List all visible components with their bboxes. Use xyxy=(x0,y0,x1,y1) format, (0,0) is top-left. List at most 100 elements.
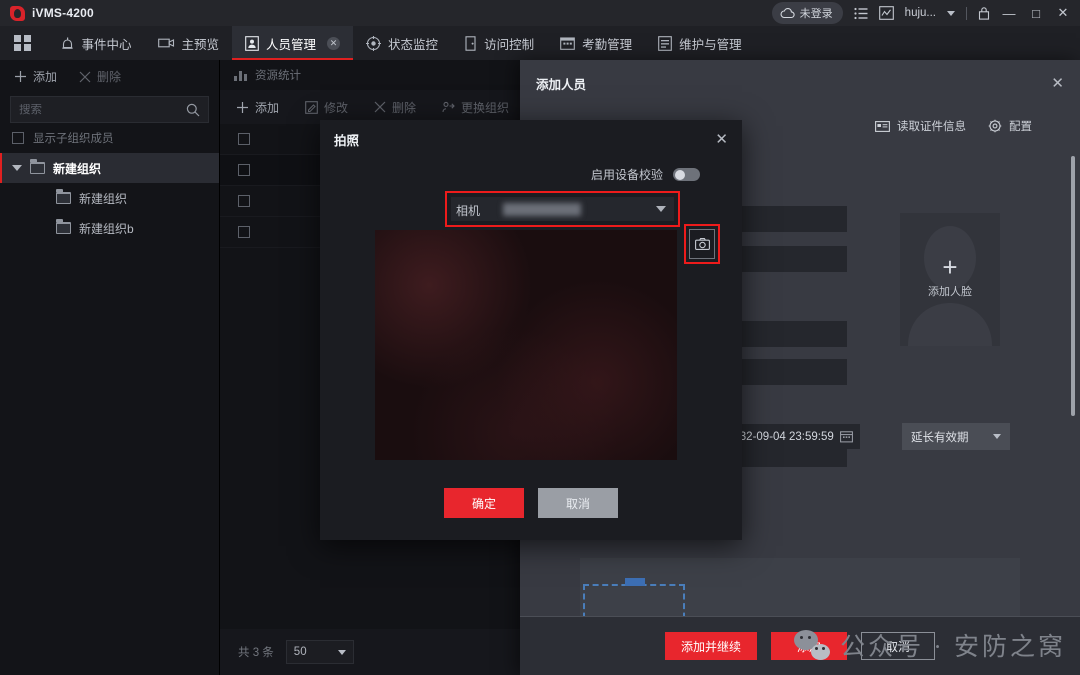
dialog-cancel-button[interactable]: 取消 xyxy=(538,488,618,518)
nav-tab-label: 事件中心 xyxy=(81,37,132,52)
person-delete-button[interactable]: 删除 xyxy=(374,99,416,116)
confirm-button[interactable]: 确定 xyxy=(444,488,524,518)
person-silhouette-icon xyxy=(908,226,992,346)
page-size-select[interactable]: 50 xyxy=(285,640,354,664)
row-checkbox[interactable] xyxy=(238,164,250,176)
show-sub-org-members-checkbox[interactable]: 显示子组织成员 xyxy=(0,123,219,153)
tree-item-label: 新建组织 xyxy=(53,161,102,176)
show-sub-org-label: 显示子组织成员 xyxy=(33,133,114,145)
nav-tab-label: 状态监控 xyxy=(388,37,439,52)
snapshot-button[interactable] xyxy=(689,229,715,259)
sidebar-delete-button[interactable]: 删除 xyxy=(79,68,121,85)
sidebar-search-box[interactable] xyxy=(10,96,209,123)
person-card-icon xyxy=(245,35,259,51)
tree-item-label: 新建组织 xyxy=(79,191,128,206)
config-button[interactable]: 配置 xyxy=(988,118,1032,134)
titlebar-right-controls: 未登录 huju... — □ ✕ xyxy=(771,2,1080,24)
folder-icon xyxy=(30,159,45,174)
lock-icon[interactable] xyxy=(978,6,990,20)
device-check-row: 启用设备校验 xyxy=(320,166,742,183)
nav-tab-person-management[interactable]: 人员管理 ✕ xyxy=(232,26,354,60)
app-title: iVMS-4200 xyxy=(32,6,94,20)
row-checkbox[interactable] xyxy=(238,133,250,145)
nav-tab-main-preview[interactable]: 主预览 xyxy=(145,26,233,60)
x-icon xyxy=(79,71,91,83)
config-label: 配置 xyxy=(1009,121,1032,133)
door-icon xyxy=(464,35,477,51)
nav-tab-label: 人员管理 xyxy=(266,37,317,52)
search-input[interactable] xyxy=(19,103,186,116)
chevron-down-icon[interactable] xyxy=(947,10,955,16)
person-edit-button[interactable]: 修改 xyxy=(305,99,348,116)
add-and-continue-button[interactable]: 添加并继续 xyxy=(664,632,757,660)
alarm-icon xyxy=(60,36,75,51)
nav-tab-label: 主预览 xyxy=(181,37,220,52)
person-delete-label: 删除 xyxy=(392,100,417,115)
folder-icon xyxy=(56,189,71,204)
read-id-info-button[interactable]: 读取证件信息 xyxy=(875,118,966,134)
upload-drop-zone-tab xyxy=(625,578,645,586)
photo-dialog-close-icon[interactable]: ✕ xyxy=(715,130,728,148)
panel-scrollbar[interactable] xyxy=(1071,156,1075,416)
chevron-down-icon[interactable] xyxy=(12,165,22,171)
page-size-value: 50 xyxy=(293,646,307,658)
cloud-status-label: 未登录 xyxy=(799,8,833,20)
device-check-label: 启用设备校验 xyxy=(590,168,663,182)
add-person-title: 添加人员 xyxy=(536,77,587,92)
cancel-button[interactable]: 取消 xyxy=(861,632,936,660)
add-face-label: 添加人脸 xyxy=(928,286,972,298)
nav-tab-attendance[interactable]: 考勤管理 xyxy=(547,26,645,60)
cloud-login-status[interactable]: 未登录 xyxy=(771,2,843,24)
add-face-placeholder[interactable]: + 添加人脸 xyxy=(900,213,1000,346)
tree-item-child-1[interactable]: 新建组织 xyxy=(0,183,219,213)
resource-statistics-label: 资源统计 xyxy=(255,70,301,82)
photo-dialog-title: 拍照 xyxy=(334,133,360,148)
camera-icon xyxy=(157,37,175,49)
tree-item-child-2[interactable]: 新建组织b xyxy=(0,213,219,243)
person-add-button[interactable]: 添加 xyxy=(236,99,279,116)
total-count-label: 共 3 条 xyxy=(238,647,274,659)
add-person-header: 添加人员 ✕ xyxy=(520,60,1080,106)
nav-tab-event-center[interactable]: 事件中心 xyxy=(47,26,145,60)
search-icon[interactable] xyxy=(186,103,200,117)
add-button[interactable]: 添加 xyxy=(770,632,847,660)
nav-tab-status-monitor[interactable]: 状态监控 xyxy=(353,26,451,60)
person-edit-label: 修改 xyxy=(324,100,349,115)
person-add-label: 添加 xyxy=(255,100,280,115)
edit-icon xyxy=(305,100,318,114)
device-check-toggle[interactable] xyxy=(673,168,700,181)
plus-icon xyxy=(236,101,249,114)
sidebar-add-label: 添加 xyxy=(33,70,58,84)
nav-tab-close-icon[interactable]: ✕ xyxy=(327,36,341,50)
tree-item-root[interactable]: 新建组织 xyxy=(0,153,219,183)
sidebar-add-button[interactable]: 添加 xyxy=(14,68,57,85)
photo-dialog-header: 拍照 ✕ xyxy=(320,120,742,158)
extend-validity-select[interactable]: 延长有效期 xyxy=(902,423,1010,450)
wrench-icon xyxy=(658,35,672,51)
nav-tab-maintenance[interactable]: 维护与管理 xyxy=(645,26,755,60)
user-menu-label[interactable]: huju... xyxy=(905,7,936,19)
minimize-button[interactable]: — xyxy=(1001,6,1017,21)
add-face-plus-icon: + xyxy=(942,252,958,282)
chevron-down-icon xyxy=(656,206,666,212)
row-checkbox[interactable] xyxy=(238,195,250,207)
person-change-org-label: 更换组织 xyxy=(461,100,510,115)
add-person-action-row: 读取证件信息 配置 xyxy=(875,118,1032,134)
sidebar-toolbar: 添加 删除 xyxy=(0,60,219,93)
row-checkbox[interactable] xyxy=(238,226,250,238)
calendar-icon[interactable] xyxy=(840,430,853,443)
list-icon[interactable] xyxy=(854,7,868,20)
add-person-footer: 添加并继续 添加 取消 xyxy=(520,617,1080,675)
tree-item-label: 新建组织b xyxy=(79,221,134,236)
target-icon xyxy=(366,35,382,51)
add-person-close-icon[interactable]: ✕ xyxy=(1051,74,1064,92)
nav-tab-access-control[interactable]: 访问控制 xyxy=(451,26,547,60)
person-change-org-button[interactable]: 更换组织 xyxy=(442,99,509,116)
camera-select[interactable] xyxy=(451,197,674,221)
close-button[interactable]: ✕ xyxy=(1055,5,1071,21)
chart-icon[interactable] xyxy=(878,6,894,20)
checkbox-icon[interactable] xyxy=(12,132,24,144)
apps-grid-icon[interactable] xyxy=(14,34,31,52)
maximize-button[interactable]: □ xyxy=(1028,6,1044,21)
nav-tab-label: 访问控制 xyxy=(484,37,535,52)
